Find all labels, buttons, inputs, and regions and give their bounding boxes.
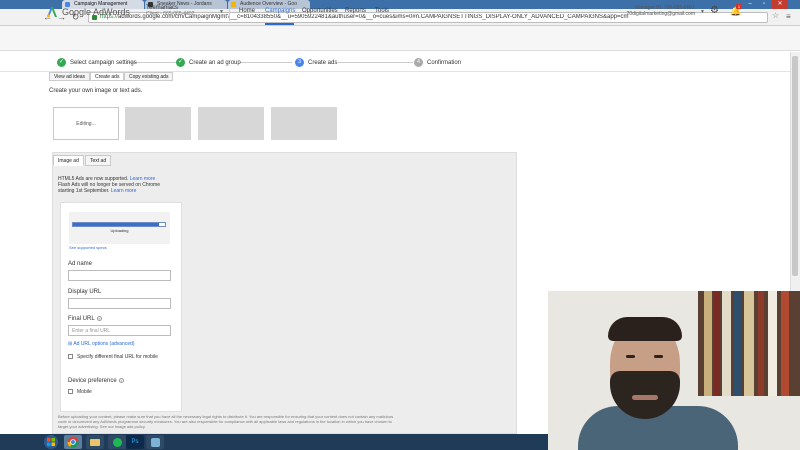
final-url-label-text: Final URL xyxy=(68,316,95,322)
step-confirmation: Confirmation xyxy=(427,60,462,66)
book xyxy=(768,291,777,396)
help-icon[interactable]: ? xyxy=(118,378,124,383)
url-path: adwords.google.com/cm/CampaignMgmt?__c=8… xyxy=(118,14,629,20)
minimize-icon[interactable]: – xyxy=(744,0,756,9)
notification-count-badge: 1 xyxy=(736,4,742,9)
ad-template-tile[interactable] xyxy=(125,107,191,140)
account-id: Client - 665-065-4402 xyxy=(146,11,195,17)
subtab-copy-existing-ads[interactable]: Copy existing ads xyxy=(124,72,174,81)
step-select-campaign-settings[interactable]: Select campaign settings xyxy=(70,60,137,66)
create-instruction: Create your own image or text ads. xyxy=(49,88,143,94)
nav-active-indicator xyxy=(265,23,294,25)
explorer-taskbar-icon[interactable] xyxy=(86,435,104,449)
close-window-icon[interactable]: ✕ xyxy=(772,0,788,9)
spotify-icon xyxy=(112,438,122,447)
account-selector[interactable]: Teemaniacs Client - 665-065-4402 xyxy=(146,5,194,17)
subtab-view-ad-ideas[interactable]: View ad ideas xyxy=(49,72,91,81)
notice-line: starting 1st September. xyxy=(58,188,110,194)
person-eye xyxy=(626,355,635,358)
analytics-favicon-icon xyxy=(231,2,236,7)
manager-account-info[interactable]: Manager ID: 735-885-6661 20digitalmarket… xyxy=(627,5,695,17)
app-icon xyxy=(150,438,160,447)
device-preference-text: Device preference xyxy=(68,378,117,384)
folder-icon xyxy=(90,439,100,446)
mobile-checkbox[interactable] xyxy=(68,389,73,394)
tab-title: Audience Overview - Goo xyxy=(240,1,297,7)
person-mouth xyxy=(632,395,658,400)
url-options-text: Ad URL options (advanced) xyxy=(73,341,135,347)
step-done-check-icon: ✓ xyxy=(176,58,185,67)
adwords-logo-icon xyxy=(46,7,57,18)
nav-campaigns[interactable]: Campaigns xyxy=(265,8,295,14)
stepper-connector xyxy=(338,62,413,63)
mobile-label: Mobile xyxy=(77,389,92,395)
ad-url-options-toggle[interactable]: ⊞ Ad URL options (advanced) xyxy=(68,341,135,347)
tile-editing-label: Editing... xyxy=(76,121,96,127)
ad-template-tile[interactable] xyxy=(271,107,337,140)
manager-caret-icon[interactable]: ▼ xyxy=(700,9,705,15)
adwords-header xyxy=(0,26,800,51)
spotify-taskbar-icon[interactable] xyxy=(108,435,126,449)
display-url-label: Display URL xyxy=(68,289,102,295)
upload-progress-bar xyxy=(72,222,166,227)
webcam-overlay xyxy=(548,291,800,450)
ad-template-tile-editing[interactable]: Editing... xyxy=(53,107,119,140)
maximize-icon[interactable]: ▫ xyxy=(758,0,770,9)
browser-menu-icon[interactable]: ≡ xyxy=(786,12,791,21)
tab-text-ad[interactable]: Text ad xyxy=(85,155,112,166)
book xyxy=(781,291,789,396)
step-done-check-icon: ✓ xyxy=(57,58,66,67)
final-url-label: Final URL? xyxy=(68,316,102,322)
bookmark-star-icon[interactable]: ☆ xyxy=(772,11,779,20)
person-eye xyxy=(654,355,663,358)
book xyxy=(744,291,754,396)
book xyxy=(758,291,764,396)
uploading-label: Uploading xyxy=(110,228,129,233)
upload-progress-fill xyxy=(73,223,159,226)
nav-reports[interactable]: Reports xyxy=(345,8,366,14)
windows-start-icon[interactable] xyxy=(41,434,61,450)
ad-name-input[interactable] xyxy=(68,270,171,281)
gear-icon[interactable]: ⚙ xyxy=(710,5,719,16)
chrome-icon xyxy=(67,436,79,448)
header-divider xyxy=(229,4,230,21)
step-create-ads: Create ads xyxy=(308,60,338,66)
app-taskbar-icon[interactable] xyxy=(146,435,164,449)
step-create-ad-group[interactable]: Create an ad group xyxy=(189,60,241,66)
mobile-final-url-checkbox[interactable] xyxy=(68,354,73,359)
windows-taskbar xyxy=(0,434,548,450)
book xyxy=(734,291,741,396)
book xyxy=(714,291,720,396)
device-preference-label: Device preference? xyxy=(68,378,124,384)
nav-home[interactable]: Home xyxy=(239,8,255,14)
help-icon[interactable]: ? xyxy=(96,316,102,321)
see-supported-specs-link[interactable]: See supported specs xyxy=(69,245,107,250)
ad-name-label: Ad name xyxy=(68,261,93,267)
step-number-badge: 4 xyxy=(414,58,423,67)
nav-opportunities[interactable]: Opportunities xyxy=(302,8,338,14)
scrollbar-thumb[interactable] xyxy=(792,56,798,276)
upload-disclaimer: Before uploading your content, please ma… xyxy=(58,414,394,429)
subtab-create-ads[interactable]: Create ads xyxy=(90,72,125,81)
nav-tools[interactable]: Tools xyxy=(375,8,389,14)
book xyxy=(722,291,731,396)
mobile-final-url-label: Specify different final URL for mobile xyxy=(77,354,158,360)
book xyxy=(704,291,712,396)
learn-more-link[interactable]: Learn more xyxy=(111,188,137,194)
person-hair xyxy=(608,317,682,341)
manager-email: 20digitalmarketing@gmail.com xyxy=(626,11,695,17)
tab-image-ad[interactable]: Image ad xyxy=(53,155,84,166)
step-number-badge: 3 xyxy=(295,58,304,67)
chrome-taskbar-icon[interactable] xyxy=(64,435,82,449)
display-url-input[interactable] xyxy=(68,298,171,309)
account-caret-icon[interactable]: ▼ xyxy=(219,9,224,15)
ad-template-tile[interactable] xyxy=(198,107,264,140)
html5-notice: HTML5 Ads are now supported. Learn more … xyxy=(58,176,160,194)
stepper-connector xyxy=(240,62,292,63)
final-url-input[interactable]: Enter a final URL xyxy=(68,325,171,336)
adwords-brand[interactable]: Google AdWords xyxy=(62,7,130,17)
photoshop-taskbar-icon[interactable]: Ps xyxy=(126,435,144,449)
bookshelf xyxy=(698,291,800,396)
